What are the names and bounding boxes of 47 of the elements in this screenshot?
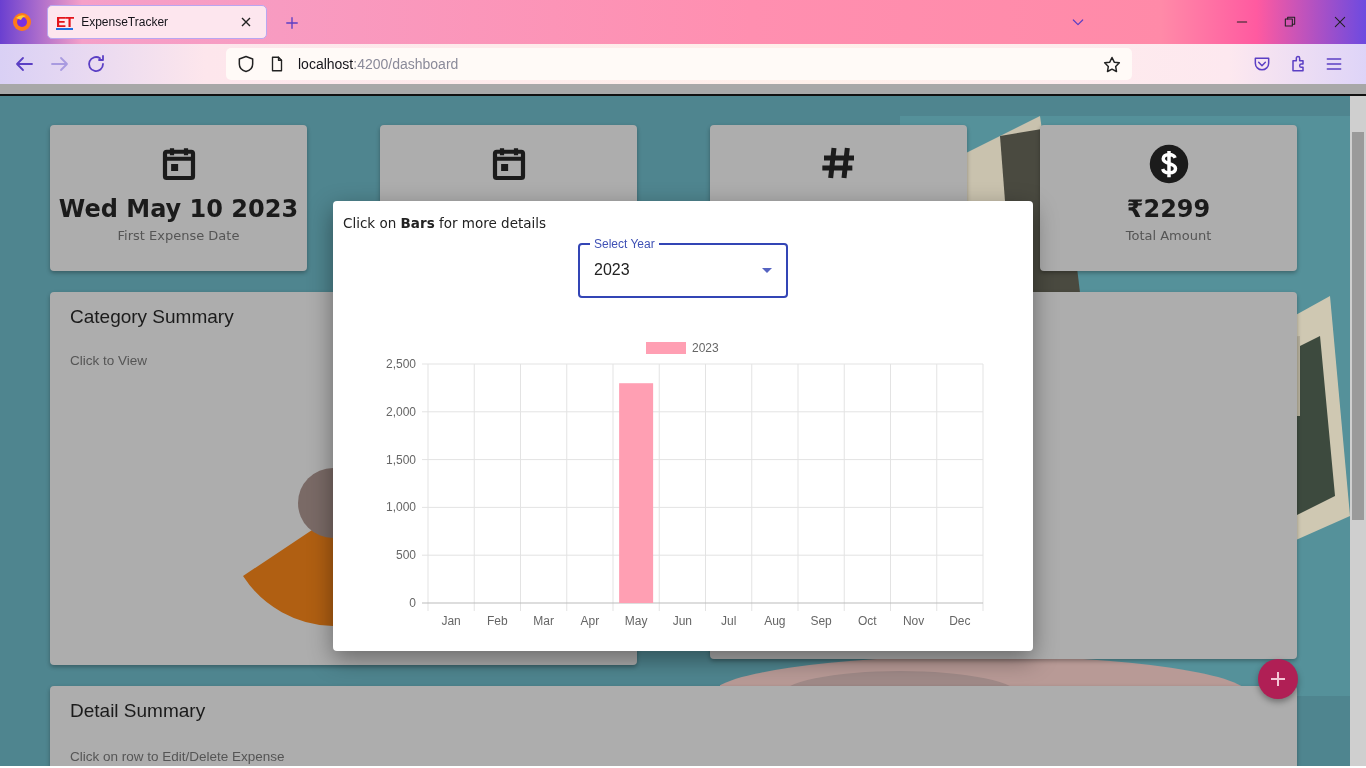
year-select[interactable]: Select Year 2023 (578, 237, 788, 298)
y-tick-label: 1,500 (385, 452, 416, 467)
x-tick-label: Apr (580, 614, 600, 628)
instruction-text: Click on Bars for more details (343, 214, 547, 233)
dollar-icon (1147, 143, 1190, 185)
close-window-icon[interactable] (1333, 15, 1347, 29)
x-tick-label: Nov (902, 614, 925, 628)
address-bar[interactable]: localhost:4200/dashboard (226, 48, 1132, 80)
bookmark-star-icon[interactable] (1102, 54, 1122, 75)
restore-icon[interactable] (1283, 15, 1297, 29)
x-tick-label: Aug (764, 614, 786, 628)
x-tick-label: Sep (810, 614, 832, 628)
scrollbar[interactable] (1350, 96, 1366, 766)
card-hint: Click to View (70, 351, 148, 370)
y-tick-label: 500 (395, 548, 416, 563)
stat-label: First Expense Date (117, 226, 240, 245)
stat-label: Total Amount (1125, 226, 1212, 245)
y-tick-label: 2,500 (385, 357, 416, 371)
x-tick-label: Oct (858, 614, 877, 628)
card-title: Detail Summary (70, 700, 207, 723)
close-icon (240, 16, 252, 28)
card-title: Category Summary (70, 306, 235, 329)
legend-label: 2023 (692, 341, 719, 355)
x-tick-label: May (624, 614, 648, 628)
legend-swatch (646, 342, 686, 354)
plus-icon (1269, 670, 1287, 688)
x-tick-label: Dec (949, 614, 971, 628)
card-hint: Click on row to Edit/Delete Expense (70, 747, 285, 766)
x-tick-label: Jan (441, 614, 461, 628)
y-tick-label: 2,000 (385, 404, 416, 419)
field-label: Select Year (593, 237, 656, 251)
favicon-logo: ET (56, 14, 74, 30)
stat-value: Wed May 10 2023 (58, 195, 299, 224)
stat-value: ₹2299 (1126, 195, 1211, 224)
y-tick-label: 1,000 (385, 500, 416, 515)
browser-logo-icon[interactable] (12, 12, 32, 32)
x-tick-label: Jul (720, 614, 737, 628)
browser-tab[interactable]: ET ExpenseTracker (47, 5, 267, 39)
x-tick-label: Feb (487, 614, 508, 628)
tab-title: ExpenseTracker (81, 14, 170, 31)
x-tick-label: Mar (533, 614, 554, 628)
url-text: localhost:4200/dashboard (298, 54, 460, 74)
caret-icon (762, 267, 772, 273)
y-tick-label: 0 (409, 596, 416, 610)
x-tick-label: Jun (672, 614, 693, 628)
select-value: 2023 (594, 260, 630, 280)
shield-icon[interactable] (236, 54, 256, 74)
